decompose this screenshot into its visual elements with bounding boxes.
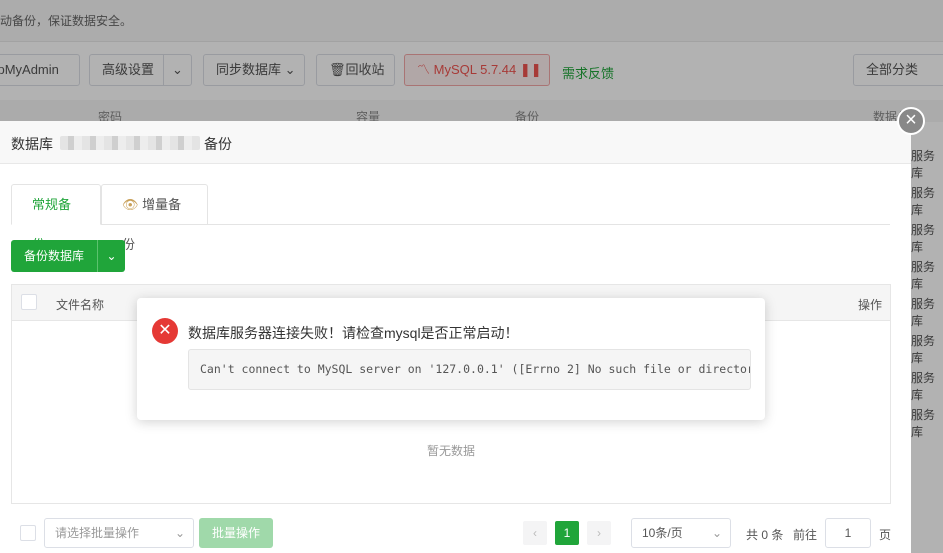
backup-tabs: 常规备份 👁 增量备份 xyxy=(11,184,890,252)
chevron-down-icon: ⌄ xyxy=(711,526,722,540)
chevron-right-icon: › xyxy=(597,526,601,540)
dialog-title-prefix: 数据库 xyxy=(11,136,53,152)
page-button-current[interactable]: 1 xyxy=(555,521,579,545)
chevron-left-icon: ‹ xyxy=(533,526,537,540)
page-number: 1 xyxy=(563,526,571,540)
batch-operation-button[interactable]: 批量操作 xyxy=(199,518,273,548)
close-icon[interactable]: × xyxy=(897,107,925,135)
error-message: 数据库服务器连接失败！请检查mysql是否正常启动！ xyxy=(188,325,519,341)
batch-button-label: 批量操作 xyxy=(211,526,260,540)
footer-checkbox[interactable] xyxy=(20,525,36,541)
redacted-database-name xyxy=(60,136,200,150)
prev-page-button[interactable]: ‹ xyxy=(523,521,547,545)
tab-incremental-backup[interactable]: 👁 增量备份 xyxy=(101,184,208,252)
tab-regular-backup[interactable]: 常规备份 xyxy=(11,184,101,252)
goto-page-value: 1 xyxy=(844,526,852,540)
chevron-down-icon: ⌄ xyxy=(174,526,185,540)
backup-database-button[interactable]: 备份数据库 ⌄ xyxy=(11,240,126,272)
column-file-name: 文件名称 xyxy=(56,298,105,312)
error-detail: Can't connect to MySQL server on '127.0.… xyxy=(188,349,751,390)
backup-button-label: 备份数据库 xyxy=(24,249,85,263)
batch-operation-select[interactable]: 请选择批量操作 ⌄ xyxy=(44,518,194,548)
page-size-select[interactable]: 10条/页 ⌄ xyxy=(631,518,731,548)
dialog-footer: 请选择批量操作 ⌄ 批量操作 ‹ 1 › 10条/页 ⌄ 共 0 条 前往 1 页 xyxy=(0,516,911,553)
goto-page-input[interactable]: 1 xyxy=(825,518,871,548)
error-x-icon: ✕ xyxy=(152,318,178,344)
next-page-button[interactable]: › xyxy=(587,521,611,545)
column-actions: 操作 xyxy=(857,298,882,312)
chevron-down-icon[interactable]: ⌄ xyxy=(97,240,125,272)
page-size-value: 10条/页 xyxy=(642,526,683,540)
select-all-checkbox[interactable] xyxy=(21,294,37,310)
eye-icon: 👁 xyxy=(122,197,139,212)
total-count: 共 0 条 xyxy=(746,528,784,542)
empty-state: 暂无数据 xyxy=(426,444,475,458)
page-unit-label: 页 xyxy=(879,528,892,542)
error-alert: ✕ 数据库服务器连接失败！请检查mysql是否正常启动！ Can't conne… xyxy=(137,298,765,420)
dialog-title-suffix: 备份 xyxy=(204,136,232,152)
batch-select-placeholder: 请选择批量操作 xyxy=(55,526,140,540)
dialog-header: 数据库 备份 xyxy=(0,121,911,164)
goto-label: 前往 xyxy=(793,528,818,542)
